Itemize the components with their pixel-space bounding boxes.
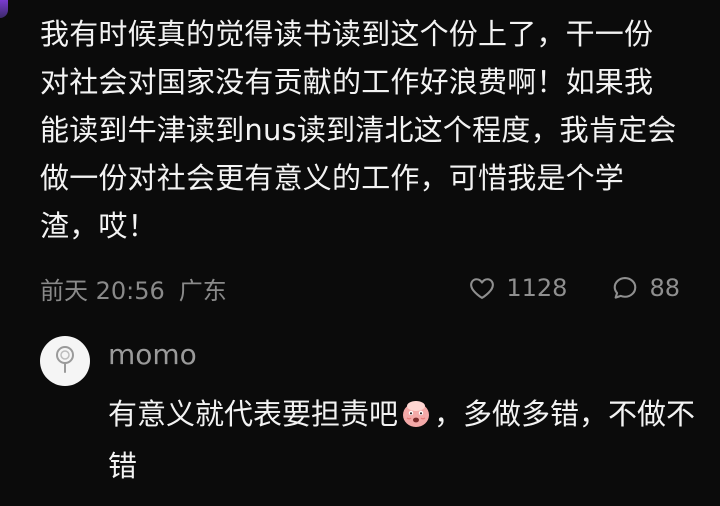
comment-button[interactable]: 88	[611, 274, 680, 302]
speech-bubble-icon	[611, 274, 639, 302]
post-actions: 1128 88	[468, 274, 680, 302]
reply-username[interactable]: momo	[108, 338, 197, 371]
post-meta-left: 前天 20:56 广东	[40, 271, 227, 306]
post-content: 我有时候真的觉得读书读到这个份上了，干一份对社会对国家没有贡献的工作好浪费啊！如…	[40, 10, 680, 250]
corner-accent	[0, 0, 8, 18]
scared-face-emoji-icon	[400, 393, 432, 427]
avatar[interactable]	[40, 336, 90, 386]
reply-item: momo 有意义就代表要担责吧 ，多做多错，不做不错	[40, 336, 700, 496]
comment-count: 88	[649, 274, 680, 302]
like-count: 1128	[506, 274, 568, 302]
like-button[interactable]: 1128	[468, 274, 567, 302]
post-meta: 前天 20:56 广东 1128 88	[40, 270, 680, 306]
heart-outline-icon	[468, 274, 496, 302]
reply-text: 有意义就代表要担责吧 ，多做多错，不做不错	[108, 388, 698, 492]
post-text: 我有时候真的觉得读书读到这个份上了，干一份对社会对国家没有贡献的工作好浪费啊！如…	[40, 17, 677, 243]
post-date: 前天 20:56	[40, 276, 165, 305]
lollipop-icon	[50, 344, 80, 378]
reply-text-part1: 有意义就代表要担责吧	[108, 397, 399, 431]
post-location: 广东	[178, 276, 227, 305]
